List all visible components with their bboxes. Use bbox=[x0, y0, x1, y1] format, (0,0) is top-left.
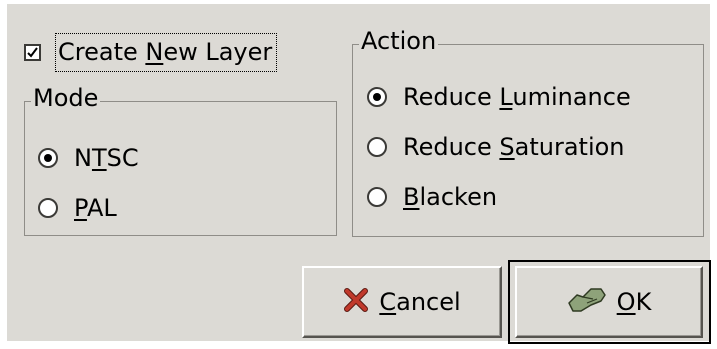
cancel-button-label: Cancel bbox=[379, 288, 461, 316]
mode-radio-ntsc-label: NTSC bbox=[74, 144, 139, 172]
action-group: Action Reduce Luminance Reduce Saturatio… bbox=[352, 26, 704, 237]
checkmark-icon bbox=[27, 46, 38, 58]
create-new-layer-checkbox-row[interactable]: Create New Layer bbox=[24, 32, 278, 72]
ok-button-label: OK bbox=[616, 288, 652, 316]
radio-unselected-icon bbox=[38, 198, 58, 218]
mode-radio-pal[interactable]: PAL bbox=[38, 190, 117, 226]
ok-button[interactable]: OK bbox=[515, 266, 703, 338]
mode-group: Mode NTSC PAL bbox=[24, 83, 337, 236]
mode-radio-ntsc[interactable]: NTSC bbox=[38, 140, 139, 176]
mode-group-title: Mode bbox=[31, 83, 101, 113]
radio-selected-icon bbox=[38, 148, 58, 168]
radio-unselected-icon bbox=[367, 137, 387, 157]
action-radio-reduce-saturation[interactable]: Reduce Saturation bbox=[367, 129, 625, 165]
action-radio-reduce-luminance-label: Reduce Luminance bbox=[403, 83, 631, 111]
radio-unselected-icon bbox=[367, 187, 387, 207]
action-radio-reduce-saturation-label: Reduce Saturation bbox=[403, 133, 625, 161]
action-radio-blacken-label: Blacken bbox=[403, 183, 498, 211]
cancel-x-icon bbox=[343, 287, 369, 317]
mode-radio-pal-label: PAL bbox=[74, 194, 117, 222]
create-new-layer-label: Create New Layer bbox=[55, 32, 278, 72]
dialog: Create New Layer Mode NTSC PAL Action Re… bbox=[7, 4, 711, 344]
cancel-button[interactable]: Cancel bbox=[302, 266, 502, 338]
action-radio-reduce-luminance[interactable]: Reduce Luminance bbox=[367, 79, 631, 115]
radio-selected-icon bbox=[367, 87, 387, 107]
create-new-layer-checkbox[interactable] bbox=[24, 43, 41, 61]
action-radio-blacken[interactable]: Blacken bbox=[367, 179, 497, 215]
ok-hand-icon bbox=[567, 285, 607, 319]
action-group-title: Action bbox=[359, 26, 439, 56]
